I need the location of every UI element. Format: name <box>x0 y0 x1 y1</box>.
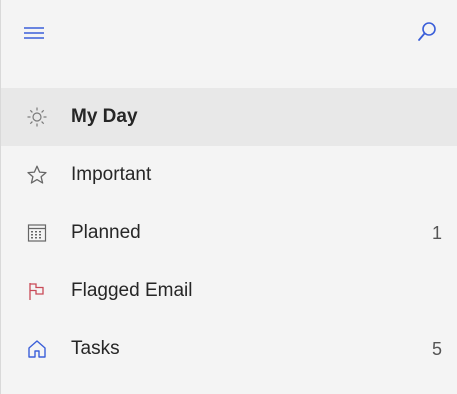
sidebar-item-my-day[interactable]: My Day <box>1 88 457 146</box>
sidebar-header <box>1 0 457 86</box>
calendar-icon <box>26 222 48 244</box>
sidebar-item-flagged-email[interactable]: Flagged Email <box>1 262 457 320</box>
sidebar-item-label: My Day <box>71 106 138 127</box>
sun-icon <box>26 106 48 128</box>
sidebar-item-tasks[interactable]: Tasks 5 <box>1 320 457 378</box>
sidebar-item-label: Tasks <box>71 338 120 359</box>
hamburger-menu-icon[interactable] <box>19 18 49 48</box>
tasks-count-badge: 5 <box>431 338 442 359</box>
sidebar-item-label: Important <box>71 164 152 185</box>
planned-count-badge: 1 <box>431 222 442 243</box>
sidebar-item-planned[interactable]: Planned 1 <box>1 204 457 262</box>
sidebar-item-label: Planned <box>71 222 141 243</box>
home-icon <box>26 338 48 360</box>
flag-icon <box>26 280 48 302</box>
search-icon[interactable] <box>412 17 442 47</box>
todo-sidebar: My Day Important Planned 1 Flagged Email… <box>0 0 457 394</box>
sidebar-item-label: Flagged Email <box>71 280 193 301</box>
sidebar-item-important[interactable]: Important <box>1 146 457 204</box>
sidebar-navigation: My Day Important Planned 1 Flagged Email… <box>1 88 457 378</box>
star-icon <box>26 164 48 186</box>
